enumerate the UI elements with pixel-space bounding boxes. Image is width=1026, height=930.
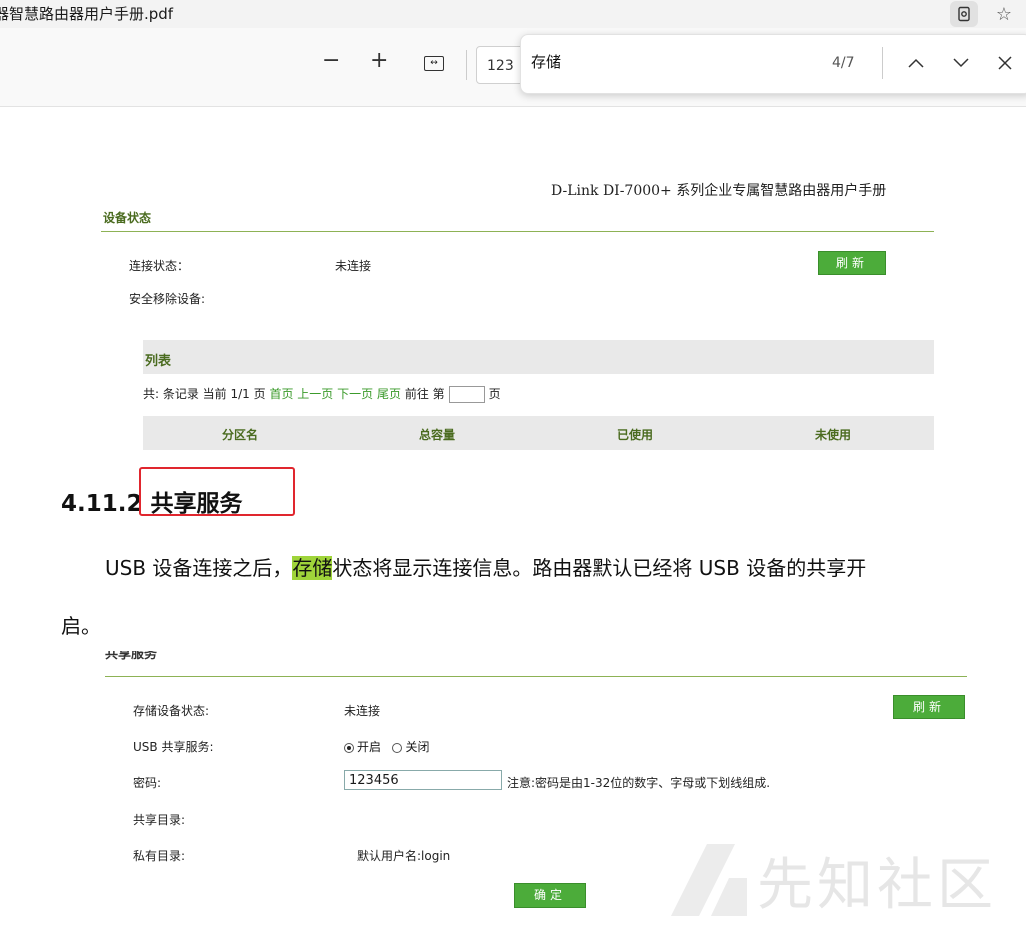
find-input[interactable]: 存储 bbox=[531, 51, 561, 72]
find-divider bbox=[882, 47, 883, 79]
storage-status-value: 未连接 bbox=[344, 704, 381, 718]
radio-disable bbox=[392, 742, 403, 753]
confirm-button: 确定 bbox=[514, 883, 586, 908]
page-header: D-Link DI-7000+ 系列企业专属智慧路由器用户手册 bbox=[551, 183, 887, 199]
find-panel: 存储 4/7 bbox=[520, 34, 1026, 94]
pager-goto-label: 前往 第 bbox=[404, 387, 445, 401]
pager-prev-link: 上一页 bbox=[297, 387, 334, 401]
column-total-capacity: 总容量 bbox=[419, 428, 456, 442]
pager-page-unit: 页 bbox=[488, 387, 501, 401]
goto-page-input bbox=[448, 386, 485, 403]
pager-summary: 共: 条记录 当前 1/1 页 bbox=[143, 387, 266, 401]
watermark: 先知社区 bbox=[667, 838, 1007, 920]
body-paragraph-line1: USB 设备连接之后，存储状态将显示连接信息。路由器默认已经将 USB 设备的共… bbox=[105, 552, 866, 581]
read-aloud-icon[interactable] bbox=[950, 1, 978, 27]
pager: 共: 条记录 当前 1/1 页 首页 上一页 下一页 尾页 前往 第 页 bbox=[143, 385, 501, 403]
default-username: 默认用户名:login bbox=[357, 849, 451, 863]
list-header-bar bbox=[143, 340, 934, 374]
list-title: 列表 bbox=[145, 354, 172, 369]
radio-enable bbox=[344, 742, 354, 753]
favorite-star-icon[interactable]: ☆ bbox=[990, 1, 1018, 27]
connection-status-value: 未连接 bbox=[335, 259, 372, 273]
body-text: 状态将显示连接信息。路由器默认已经将 USB 设备的共享开 bbox=[332, 556, 867, 580]
watermark-text: 先知社区 bbox=[757, 853, 997, 918]
share-directory-label: 共享目录: bbox=[133, 813, 186, 827]
connection-status-label: 连接状态： bbox=[129, 259, 190, 273]
column-used: 已使用 bbox=[617, 428, 654, 442]
radio-enable-label: 开启 bbox=[357, 740, 382, 754]
figure1-rule bbox=[101, 231, 934, 232]
pager-last-link: 尾页 bbox=[376, 387, 401, 401]
toolbar-divider bbox=[466, 50, 467, 80]
section-number: 4.11.2 bbox=[61, 491, 143, 517]
figure1-heading: 设备状态 bbox=[103, 211, 152, 225]
body-paragraph-line2: 启。 bbox=[61, 614, 101, 638]
zoom-out-button[interactable]: − bbox=[322, 50, 340, 72]
usb-share-label: USB 共享服务: bbox=[133, 740, 214, 754]
password-field: 123456 bbox=[344, 770, 502, 790]
password-note: 注意:密码是由1-32位的数字、字母或下划线组成. bbox=[507, 776, 771, 790]
search-match-highlight: 存储 bbox=[292, 556, 333, 580]
find-next-icon[interactable] bbox=[947, 49, 975, 77]
column-partition-name: 分区名 bbox=[222, 428, 259, 442]
storage-status-label: 存储设备状态: bbox=[133, 704, 210, 718]
safe-remove-label: 安全移除设备: bbox=[129, 292, 206, 306]
figure2-rule bbox=[105, 676, 967, 677]
document-title: 器智慧路由器用户手册.pdf bbox=[0, 5, 174, 23]
find-previous-icon[interactable] bbox=[902, 49, 930, 77]
figure2-heading-text: 共享服务 bbox=[105, 651, 158, 662]
pager-first-link: 首页 bbox=[269, 387, 294, 401]
find-result-count: 4/7 bbox=[832, 55, 855, 71]
body-text: USB 设备连接之后， bbox=[105, 556, 293, 580]
watermark-logo-icon bbox=[671, 844, 747, 916]
password-label: 密码: bbox=[133, 776, 162, 790]
private-directory-label: 私有目录: bbox=[133, 849, 186, 863]
zoom-in-button[interactable]: + bbox=[370, 50, 388, 72]
refresh-button: 刷新 bbox=[818, 251, 886, 275]
close-icon[interactable] bbox=[991, 49, 1019, 77]
pager-next-link: 下一页 bbox=[337, 387, 374, 401]
refresh-button-2: 刷新 bbox=[893, 695, 965, 719]
figure2-heading: 共享服务 bbox=[105, 651, 171, 665]
fit-width-icon[interactable]: ↔ bbox=[424, 56, 444, 71]
radio-disable-label: 关闭 bbox=[405, 740, 430, 754]
annotation-highlight-box bbox=[139, 467, 295, 516]
column-unused: 未使用 bbox=[815, 428, 852, 442]
share-radio-group: 开启 关闭 bbox=[344, 738, 429, 755]
